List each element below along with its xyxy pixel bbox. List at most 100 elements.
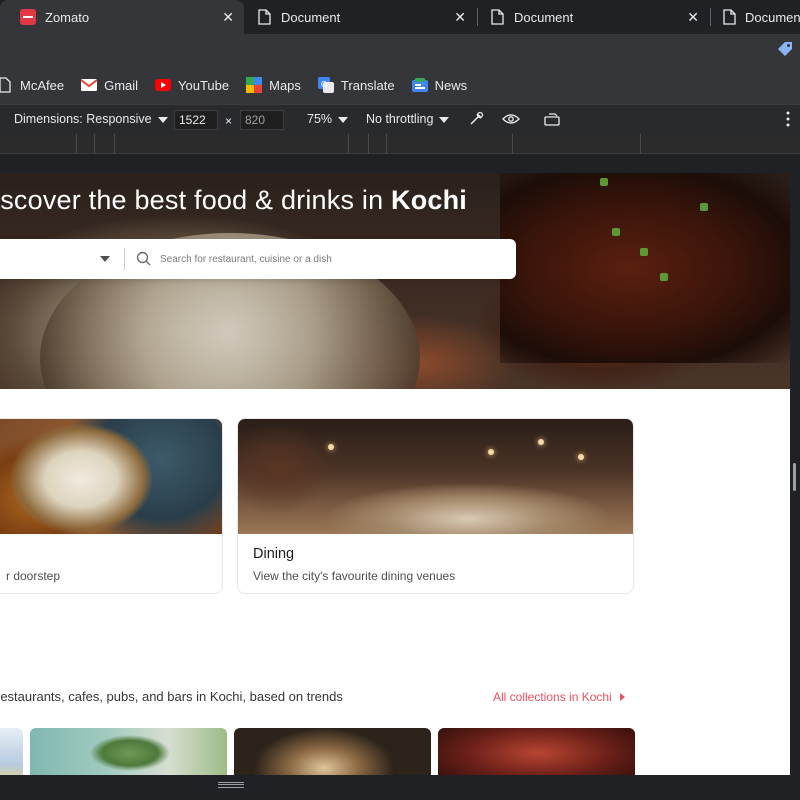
bookmark-label: News (434, 77, 468, 93)
light (488, 449, 494, 455)
light (578, 454, 584, 460)
bookmark-gmail[interactable]: Gmail (81, 77, 138, 93)
media-query-bar[interactable] (0, 134, 800, 154)
more-options-icon[interactable] (785, 110, 791, 131)
times-sign: × (225, 114, 233, 128)
card-subtitle: View the city's favourite dining venues (253, 569, 456, 583)
dimensions-dropdown[interactable]: Dimensions: Responsive (14, 112, 168, 126)
hero-title: iscover the best food & drinks in Kochi (0, 185, 467, 216)
bookmark-youtube[interactable]: YouTube (155, 77, 229, 93)
tab-document-2[interactable]: Document ✕ (469, 0, 709, 34)
dimensions-label: Dimensions: Responsive (14, 112, 152, 126)
zoom-dropdown[interactable]: 75% (307, 112, 349, 126)
ruler-tick (368, 134, 369, 154)
card-subtitle: r doorstep (6, 569, 61, 583)
tab-title: Zomato (45, 9, 90, 25)
delivery-card[interactable]: r doorstep (0, 418, 223, 594)
location-dropdown-icon[interactable] (100, 256, 110, 262)
gmail-icon (81, 77, 98, 93)
search-input[interactable] (160, 249, 490, 269)
document-icon (256, 9, 272, 25)
collection-card[interactable] (438, 728, 635, 775)
bookmark-label: YouTube (178, 77, 230, 93)
collections-description: restaurants, cafes, pubs, and bars in Ko… (0, 689, 343, 704)
bookmark-label: McAfee (20, 77, 65, 93)
chevron-right-icon (619, 693, 625, 701)
ruler-tick (512, 134, 513, 154)
bookmark-label: Translate (340, 77, 395, 93)
hero-city: Kochi (391, 185, 468, 215)
ruler-tick (94, 134, 95, 154)
dining-card[interactable]: Dining View the city's favourite dining … (237, 418, 634, 594)
bookmark-translate[interactable]: G Translate (317, 77, 395, 93)
card-title: Dining (253, 546, 295, 562)
garnish (600, 178, 608, 186)
search-bar (0, 239, 516, 279)
bookmark-maps[interactable]: Maps (246, 77, 301, 93)
chevron-down-icon (439, 116, 450, 123)
news-icon (411, 77, 428, 93)
rotate-device-icon[interactable] (544, 111, 562, 130)
bookmark-mcafee[interactable]: McAfee (0, 77, 64, 93)
maps-icon (246, 77, 263, 93)
card-image (238, 419, 633, 534)
garnish (640, 248, 648, 256)
translate-icon: G (317, 77, 334, 93)
throttling-dropdown[interactable]: No throttling (366, 112, 450, 126)
garnish (700, 203, 708, 211)
tab-title: Document (281, 9, 341, 25)
document-icon (722, 9, 736, 25)
document-icon (489, 9, 505, 25)
chevron-down-icon (157, 116, 168, 123)
device-toolbar: Dimensions: Responsive 1522 × 820 75% No… (0, 104, 800, 134)
tab-zomato[interactable]: Zomato ✕ (0, 0, 244, 34)
chilli-dish-image (500, 173, 790, 363)
eye-icon[interactable] (502, 112, 520, 129)
hero-title-prefix: iscover the best food & drinks in (0, 185, 391, 215)
resize-handle[interactable] (793, 463, 796, 491)
ruler-tick (114, 134, 115, 154)
zomato-favicon-icon (20, 9, 36, 25)
viewport-bottom-edge (0, 775, 800, 800)
price-tag-icon[interactable] (776, 41, 794, 64)
ruler-tick (640, 134, 641, 154)
collection-card[interactable] (234, 728, 431, 775)
bookmark-label: Gmail (104, 77, 139, 93)
width-input[interactable]: 1522 (174, 110, 218, 130)
svg-text:G: G (321, 80, 327, 89)
all-collections-link[interactable]: All collections in Kochi (493, 690, 625, 704)
height-input[interactable]: 820 (240, 110, 284, 130)
collection-card[interactable] (30, 728, 227, 775)
bookmarks-bar: McAfee Gmail YouTube Maps G Translate Ne… (0, 66, 800, 104)
zoom-label: 75% (307, 112, 333, 126)
youtube-icon (155, 77, 172, 93)
search-icon (136, 251, 152, 272)
close-tab-icon[interactable]: ✕ (454, 9, 466, 26)
tab-document-1[interactable]: Document ✕ (236, 0, 476, 34)
resize-grip-icon[interactable] (218, 782, 244, 788)
page-viewport: iscover the best food & drinks in Kochi … (0, 173, 790, 775)
eyedropper-icon[interactable] (468, 111, 484, 130)
card-image (0, 419, 222, 534)
bookmark-label: Maps (269, 77, 301, 93)
page-icon (0, 77, 13, 93)
close-tab-icon[interactable]: ✕ (222, 9, 234, 26)
collection-card[interactable] (0, 728, 23, 775)
all-collections-label: All collections in Kochi (493, 690, 612, 704)
ruler-tick (386, 134, 387, 154)
search-divider (124, 248, 125, 270)
ruler-spacer (0, 154, 800, 173)
throttling-label: No throttling (366, 112, 434, 126)
tab-strip: Zomato ✕ Document ✕ Document ✕ Document (0, 0, 800, 34)
ruler-tick (76, 134, 77, 154)
light (538, 439, 544, 445)
viewport-resize-edge[interactable] (790, 173, 800, 775)
close-tab-icon[interactable]: ✕ (687, 9, 699, 26)
chevron-down-icon (338, 116, 349, 123)
garnish (660, 273, 668, 281)
browser-toolbar (0, 34, 800, 66)
tab-document-3[interactable]: Document (702, 0, 800, 34)
tab-title: Document (514, 9, 574, 25)
bookmark-news[interactable]: News (411, 77, 468, 93)
light (328, 444, 334, 450)
